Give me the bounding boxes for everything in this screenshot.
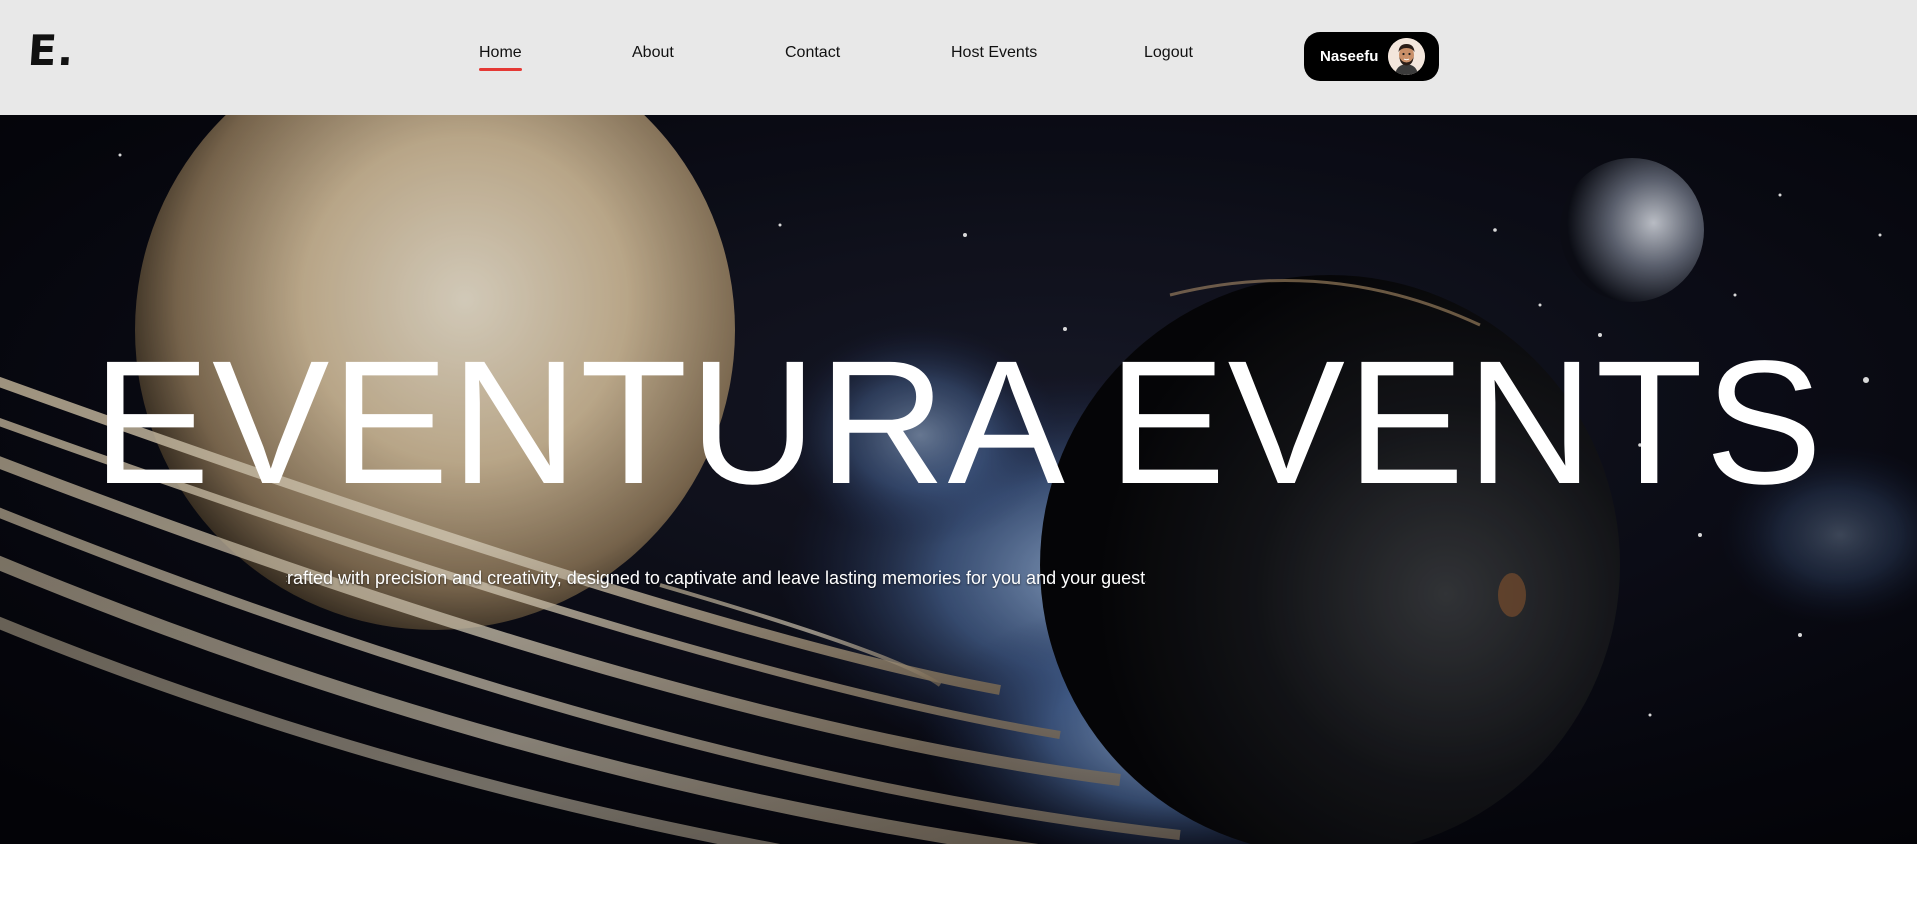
hero-title: EVENTURA EVENTS — [92, 325, 1825, 521]
user-name: Naseefu — [1320, 48, 1379, 65]
nav-contact-link[interactable]: Contact — [785, 44, 840, 62]
nav-about-link[interactable]: About — [632, 44, 674, 62]
nav-logout-link[interactable]: Logout — [1144, 44, 1193, 62]
hero-subtitle-text: crafted with precision and creativity, d… — [286, 568, 1146, 588]
site-logo[interactable]: E. — [26, 26, 76, 75]
hero-subtitle: crafted with precision and creativity, d… — [286, 568, 1146, 589]
hero-section: EVENTURA EVENTS crafted with precision a… — [0, 115, 1917, 844]
site-header: E. Home About Contact Host Events Logout… — [0, 0, 1917, 115]
nav-host-events-link[interactable]: Host Events — [951, 44, 1037, 62]
user-avatar-icon — [1388, 38, 1425, 75]
nav-home-link[interactable]: Home — [479, 44, 522, 71]
user-profile-button[interactable]: Naseefu — [1304, 32, 1439, 81]
